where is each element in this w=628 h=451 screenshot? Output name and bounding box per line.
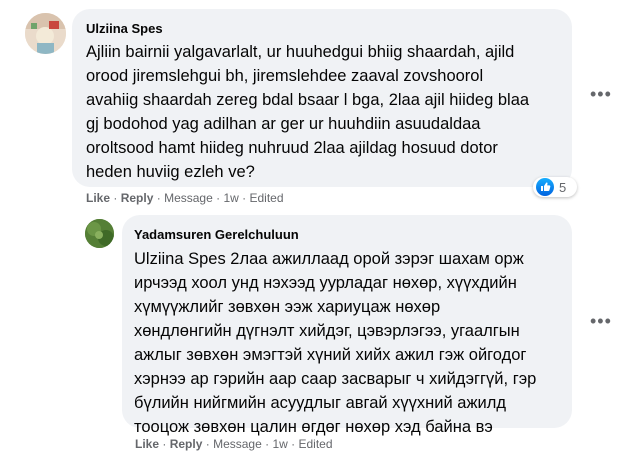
- timestamp[interactable]: 1w: [272, 437, 287, 451]
- separator: ·: [291, 437, 296, 451]
- avatar-image: [25, 13, 66, 54]
- message-button[interactable]: Message: [164, 191, 213, 205]
- reaction-summary[interactable]: 5: [533, 177, 577, 197]
- comment-text-line: Ajliin bairnii yalgavarlalt, ur huuhedgu…: [86, 43, 515, 61]
- reply-text-line: Ulziina Spes 2лаа ажиллаад орой зэрэг ша…: [134, 250, 524, 268]
- separator: ·: [265, 437, 270, 451]
- like-button[interactable]: Like: [86, 191, 110, 205]
- avatar[interactable]: [25, 13, 66, 54]
- separator: ·: [113, 191, 118, 205]
- reply-bubble: Yadamsuren Gerelchuluun Ulziina Spes 2ла…: [122, 215, 572, 436]
- reaction-count: 5: [559, 180, 567, 195]
- comment-text-line: gj bodohod yag adilhan ar ger ur huuhdii…: [86, 115, 481, 133]
- comment-actions: Like · Reply · Message · 1w · Edited: [86, 191, 284, 205]
- reply-text-line: тооцож зөвхөн цалин өгдөг нөхөр хэд байн…: [134, 418, 493, 436]
- separator: ·: [216, 191, 221, 205]
- message-button[interactable]: Message: [213, 437, 262, 451]
- comment-text-line: avahiig shaardah zereg bdal bsaar l bga,…: [86, 91, 530, 109]
- comment-text-line: heden huviig ezleh ve?: [86, 163, 255, 181]
- edited-label[interactable]: Edited: [250, 191, 284, 205]
- more-options-icon[interactable]: •••: [590, 85, 612, 103]
- reply-text-line: хэрнээ ар гэрийн аар саар засварыг ч хий…: [134, 370, 537, 388]
- reply-text-line: хөндлөнгийн дүгнэлт хийдэг, цэвэрлэгээ, …: [134, 322, 520, 340]
- reply-button[interactable]: Reply: [170, 437, 203, 451]
- edited-label[interactable]: Edited: [299, 437, 333, 451]
- reply-text-line: хүмүүжлийг зөвхөн ээж хариуцаж нөхөр: [134, 298, 441, 316]
- separator: ·: [242, 191, 247, 205]
- like-icon: [536, 178, 554, 196]
- more-options-icon[interactable]: •••: [590, 312, 612, 330]
- avatar[interactable]: [85, 219, 114, 248]
- reply-text: Ulziina Spes 2лаа ажиллаад орой зэрэг ша…: [134, 247, 566, 439]
- comment-bubble: Ulziina Spes Ajliin bairnii yalgavarlalt…: [72, 9, 572, 187]
- comment-author[interactable]: Ulziina Spes: [86, 21, 163, 36]
- like-button[interactable]: Like: [135, 437, 159, 451]
- reply-actions: Like · Reply · Message · 1w · Edited: [135, 437, 333, 451]
- separator: ·: [162, 437, 167, 451]
- comment-text: Ajliin bairnii yalgavarlalt, ur huuhedgu…: [86, 40, 564, 184]
- reply-text-line: ажлыг зөвхөн эмэгтэй хүний хийх ажил гэж…: [134, 346, 527, 364]
- reply-text-line: бүлийн нийгмийн асуудлыг авгай хүүхний а…: [134, 394, 506, 412]
- separator: ·: [205, 437, 210, 451]
- reply-text-line: ирчээд хоол унд нэхээд уурладаг нөхөр, х…: [134, 274, 517, 292]
- reply-author[interactable]: Yadamsuren Gerelchuluun: [134, 227, 299, 242]
- separator: ·: [156, 191, 161, 205]
- comment-text-line: orood jiremslehgui bh, jiremslehdee zaav…: [86, 67, 484, 85]
- reply-button[interactable]: Reply: [121, 191, 154, 205]
- comment-text-line: oroltsood hamt hiideg nuhruud 2laa ajild…: [86, 139, 498, 157]
- timestamp[interactable]: 1w: [223, 191, 238, 205]
- avatar-image: [85, 219, 114, 248]
